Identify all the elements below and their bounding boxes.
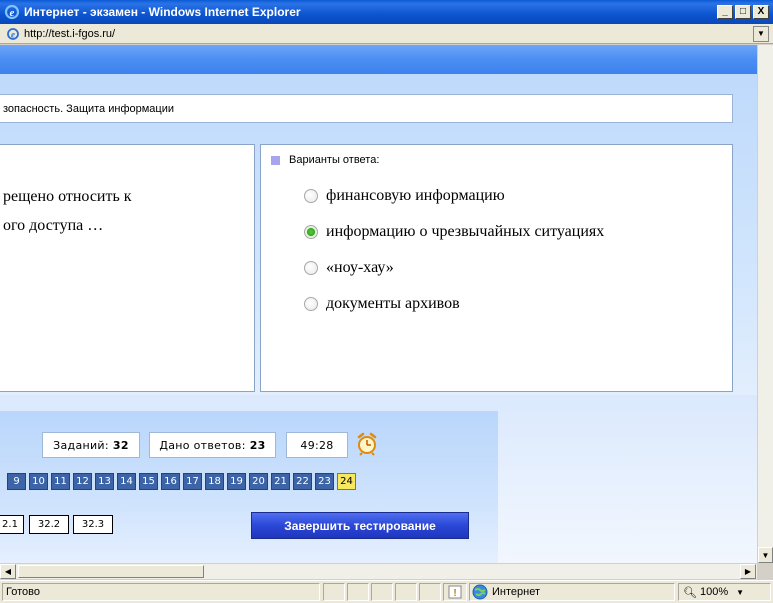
scroll-down-icon[interactable]: ▼	[758, 547, 773, 563]
status-bar: Готово ! Интернет 🔍︎ 100% ▼	[0, 580, 773, 603]
task-number-button[interactable]: 19	[227, 473, 246, 490]
radio-button[interactable]	[304, 261, 318, 275]
internet-explorer-icon: e	[4, 4, 20, 20]
horizontal-scrollbar[interactable]: ◀ ▶	[0, 563, 757, 579]
square-bullet-icon	[271, 155, 280, 165]
zoom-level[interactable]: 🔍︎ 100% ▼	[678, 583, 771, 601]
window-titlebar[interactable]: e Интернет - экзамен - Windows Internet …	[0, 0, 773, 24]
svg-text:e: e	[10, 7, 15, 19]
maximize-button[interactable]: □	[735, 5, 751, 19]
security-warning-icon[interactable]: !	[443, 583, 467, 601]
answered-count: Дано ответов: 23	[149, 432, 276, 458]
task-number-current[interactable]: 24	[337, 473, 356, 490]
window-title: Интернет - экзамен - Windows Internet Ex…	[24, 5, 301, 19]
status-text: Готово	[2, 583, 320, 601]
subtask-button[interactable]: 2.1	[0, 515, 24, 534]
tasks-count: Заданий: 32	[42, 432, 140, 458]
subtask-button[interactable]: 32.3	[73, 515, 113, 534]
answers-header: Варианты ответа:	[271, 154, 379, 166]
task-number-button[interactable]: 14	[117, 473, 136, 490]
svg-text:e: e	[11, 29, 15, 39]
question-line: ого доступа …	[3, 217, 104, 234]
scrollbar-thumb[interactable]	[18, 565, 204, 578]
chevron-down-icon[interactable]: ▼	[736, 588, 744, 597]
task-number-button[interactable]: 21	[271, 473, 290, 490]
task-number-button[interactable]: 9	[7, 473, 26, 490]
answer-option[interactable]: документы архивов	[304, 295, 460, 313]
test-control-panel: Заданий: 32 Дано ответов: 23 49:28 9 10 11…	[0, 411, 498, 563]
question-panel: рещено относить к ого доступа …	[0, 144, 255, 392]
task-number-button[interactable]: 12	[73, 473, 92, 490]
scroll-left-icon[interactable]: ◀	[0, 564, 16, 579]
answer-option[interactable]: финансовую информацию	[304, 187, 505, 205]
timer: 49:28	[286, 432, 348, 458]
answer-option[interactable]: «ноу-хау»	[304, 259, 394, 277]
task-number-button[interactable]: 10	[29, 473, 48, 490]
task-number-button[interactable]: 17	[183, 473, 202, 490]
task-number-button[interactable]: 23	[315, 473, 334, 490]
task-number-button[interactable]: 11	[51, 473, 70, 490]
page-icon: e	[7, 27, 19, 40]
task-number-button[interactable]: 20	[249, 473, 268, 490]
task-number-button[interactable]: 18	[205, 473, 224, 490]
zoom-icon: 🔍︎	[683, 586, 697, 599]
chevron-down-icon[interactable]: ▼	[753, 25, 769, 42]
close-button[interactable]: X	[753, 5, 769, 19]
page-viewport: зопасность. Защита информации рещено отн…	[0, 45, 757, 563]
header-band	[0, 45, 757, 74]
minimize-button[interactable]: _	[717, 5, 733, 19]
scroll-right-icon[interactable]: ▶	[740, 564, 756, 579]
security-zone: Интернет	[469, 583, 675, 601]
svg-text:!: !	[453, 588, 456, 599]
vertical-scrollbar[interactable]: ▼	[757, 45, 773, 563]
subtask-button[interactable]: 32.2	[29, 515, 69, 534]
address-bar[interactable]: e http://test.i-fgos.ru/ ▼	[0, 24, 773, 44]
question-line: рещено относить к	[3, 188, 132, 205]
radio-button[interactable]	[304, 297, 318, 311]
task-number-button[interactable]: 22	[293, 473, 312, 490]
task-number-button[interactable]: 13	[95, 473, 114, 490]
address-url[interactable]: http://test.i-fgos.ru/	[24, 28, 753, 40]
alarm-clock-icon	[357, 432, 377, 456]
task-number-button[interactable]: 15	[139, 473, 158, 490]
subject-title: зопасность. Защита информации	[0, 94, 733, 123]
globe-icon	[472, 584, 488, 600]
radio-button[interactable]	[304, 189, 318, 203]
finish-test-button[interactable]: Завершить тестирование	[251, 512, 469, 539]
answers-panel: Варианты ответа: финансовую информацию и…	[260, 144, 733, 392]
answer-option[interactable]: информацию о чрезвычайных ситуациях	[304, 223, 604, 241]
task-number-button[interactable]: 16	[161, 473, 180, 490]
radio-button-checked[interactable]	[304, 225, 318, 239]
